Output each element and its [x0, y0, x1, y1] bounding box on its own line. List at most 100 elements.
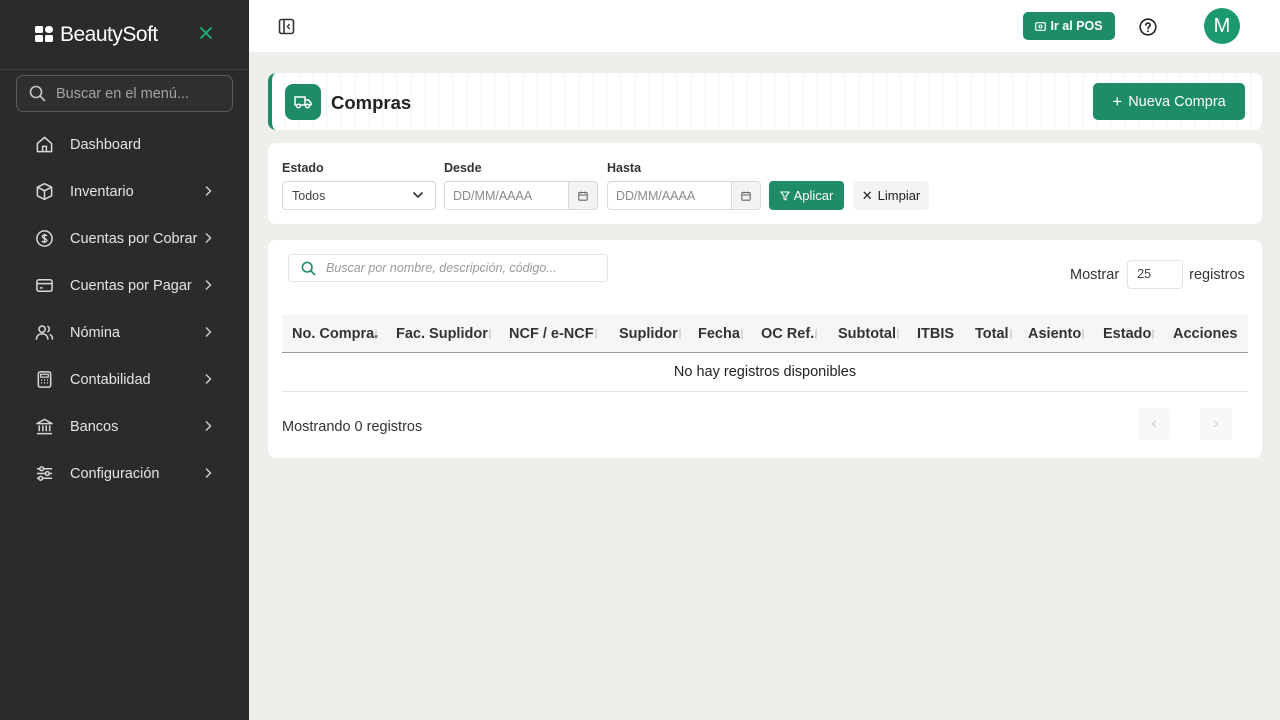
cash-icon	[1035, 21, 1047, 31]
calculator-icon	[37, 371, 52, 388]
sidebar-item-label: Cuentas por Cobrar	[70, 230, 198, 247]
chevron-right-icon	[205, 279, 212, 291]
sort-icon	[1152, 329, 1154, 339]
go-to-pos-label: Ir al POS	[1050, 19, 1103, 33]
truck-icon	[285, 84, 321, 120]
close-icon: ✕	[861, 187, 873, 203]
empty-state-row: No hay registros disponibles	[282, 353, 1248, 392]
sidebar-item-label: Configuración	[70, 465, 160, 482]
estado-select[interactable]: Todos	[282, 181, 436, 210]
sort-icon	[679, 329, 681, 339]
sidebar-nav: Dashboard Inventario Cuentas por Cobrar …	[0, 121, 249, 497]
users-icon	[35, 325, 54, 340]
hasta-input[interactable]	[608, 182, 731, 209]
search-icon	[301, 261, 316, 275]
hasta-date-field	[607, 181, 761, 210]
chevron-right-icon	[205, 467, 212, 479]
show-label: Mostrar	[1070, 266, 1120, 283]
sidebar-item-nomina[interactable]: Nómina	[0, 309, 249, 356]
column-header-subtotal[interactable]: Subtotal	[838, 326, 899, 342]
new-purchase-button[interactable]: + Nueva Compra	[1093, 83, 1245, 120]
sort-icon	[815, 329, 817, 339]
sidebar-item-label: Contabilidad	[70, 371, 151, 388]
column-header-itbis[interactable]: ITBIS	[917, 326, 954, 342]
go-to-pos-button[interactable]: Ir al POS	[1023, 12, 1115, 40]
desde-date-field	[444, 181, 598, 210]
purchases-table-card: Mostrar 25 registros No. Compra Fac. Sup…	[268, 240, 1262, 458]
column-header-estado[interactable]: Estado	[1103, 326, 1154, 342]
column-header-suplidor[interactable]: Suplidor	[619, 326, 681, 342]
table-search[interactable]	[288, 254, 608, 282]
sliders-icon	[36, 466, 53, 481]
clear-label: Limpiar	[877, 188, 921, 203]
page-size-control: Mostrar 25 registros	[1070, 260, 1245, 289]
next-page-button[interactable]: ›	[1200, 408, 1232, 440]
sidebar-item-configuracion[interactable]: Configuración	[0, 450, 249, 497]
chevron-right-icon	[205, 232, 212, 244]
column-header-total[interactable]: Total	[975, 326, 1012, 342]
home-icon	[36, 136, 53, 153]
sidebar-item-contabilidad[interactable]: Contabilidad	[0, 356, 249, 403]
column-header-no-compra[interactable]: No. Compra	[292, 326, 379, 342]
sidebar-item-label: Bancos	[70, 418, 119, 435]
sidebar-item-cuentas-pagar[interactable]: Cuentas por Pagar	[0, 262, 249, 309]
column-header-fac-suplidor[interactable]: Fac. Suplidor	[396, 326, 491, 342]
chevron-right-icon	[205, 185, 212, 197]
clear-filters-button[interactable]: ✕ Limpiar	[853, 181, 929, 210]
sidebar-item-label: Nómina	[70, 324, 120, 341]
sidebar-item-dashboard[interactable]: Dashboard	[0, 121, 249, 168]
records-label: registros	[1189, 266, 1245, 283]
page-title: Compras	[331, 92, 412, 113]
apply-label: Aplicar	[793, 188, 834, 203]
menu-search[interactable]	[16, 75, 233, 112]
plus-icon: +	[1112, 92, 1123, 111]
user-avatar[interactable]: M	[1204, 8, 1240, 44]
calendar-icon[interactable]	[731, 182, 760, 209]
column-header-oc-ref[interactable]: OC Ref.	[761, 326, 817, 342]
sidebar-item-cuentas-cobrar[interactable]: Cuentas por Cobrar	[0, 215, 249, 262]
desde-label: Desde	[444, 161, 482, 175]
sidebar-item-inventario[interactable]: Inventario	[0, 168, 249, 215]
sort-icon	[374, 329, 379, 339]
sidebar-toggle-icon[interactable]	[278, 18, 295, 35]
sidebar-item-label: Inventario	[70, 183, 134, 200]
brand-name: BeautySoft	[60, 22, 158, 46]
calendar-icon[interactable]	[568, 182, 597, 209]
page-size-input[interactable]: 25	[1127, 260, 1184, 289]
chevron-down-icon	[412, 191, 424, 199]
credit-card-icon	[36, 279, 53, 292]
sort-icon	[741, 329, 743, 339]
desde-input[interactable]	[445, 182, 568, 209]
help-icon[interactable]	[1139, 18, 1157, 36]
box-icon	[36, 182, 53, 201]
search-icon	[29, 85, 46, 102]
sidebar-item-label: Cuentas por Pagar	[70, 277, 192, 294]
sidebar-item-label: Dashboard	[70, 136, 141, 153]
sort-icon	[1010, 329, 1012, 339]
records-count: Mostrando 0 registros	[282, 419, 423, 435]
sidebar-item-bancos[interactable]: Bancos	[0, 403, 249, 450]
column-header-ncf[interactable]: NCF / e-NCF	[509, 326, 597, 342]
previous-page-button[interactable]: ‹	[1138, 408, 1170, 440]
close-icon[interactable]	[199, 26, 213, 40]
chevron-right-icon	[205, 326, 212, 338]
dollar-circle-icon	[36, 230, 53, 247]
new-purchase-label: Nueva Compra	[1128, 93, 1226, 110]
sort-icon	[897, 329, 899, 339]
sidebar: BeautySoft Dashboard Inventario	[0, 0, 249, 720]
filter-icon	[779, 190, 790, 201]
menu-search-input[interactable]	[56, 85, 226, 102]
filter-panel: Estado Todos Desde Hasta Aplicar ✕ Limpi…	[268, 143, 1262, 224]
table-search-input[interactable]	[326, 261, 596, 275]
sort-icon	[1082, 329, 1084, 339]
hasta-label: Hasta	[607, 161, 642, 175]
apply-filters-button[interactable]: Aplicar	[769, 181, 844, 210]
topbar: Ir al POS M	[249, 0, 1280, 52]
logo-icon	[35, 26, 53, 42]
chevron-right-icon	[205, 373, 212, 385]
brand: BeautySoft	[0, 0, 249, 70]
column-header-asiento[interactable]: Asiento	[1028, 326, 1084, 342]
column-header-fecha[interactable]: Fecha	[698, 326, 743, 342]
table-header: No. Compra Fac. Suplidor NCF / e-NCF Sup…	[282, 315, 1248, 353]
chevron-right-icon	[205, 420, 212, 432]
